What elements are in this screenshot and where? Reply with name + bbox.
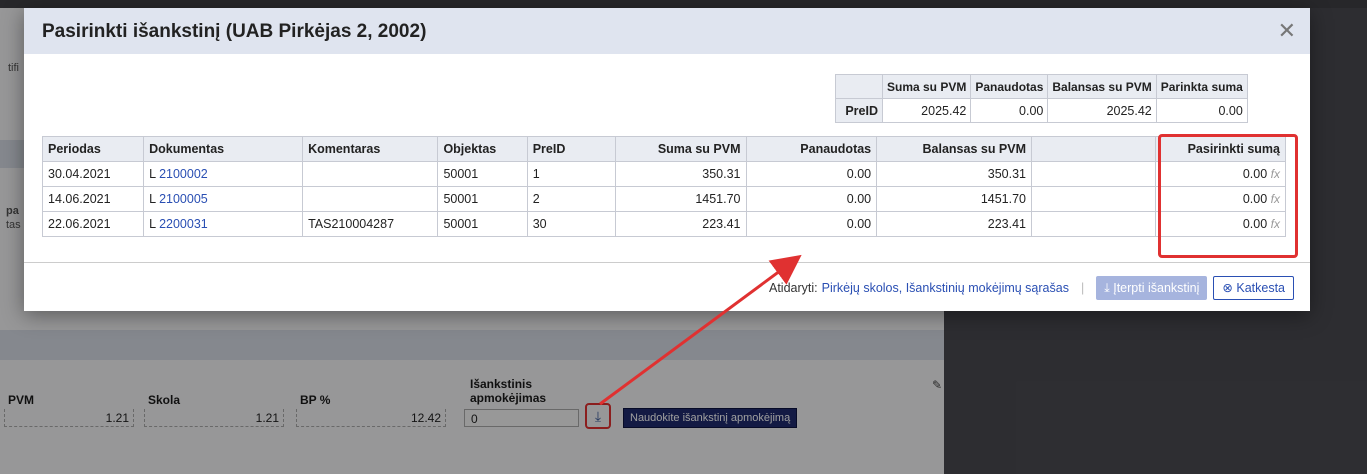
summary-corner	[835, 74, 883, 99]
suma-cell: 1451.70	[614, 186, 747, 212]
objektas-cell: 50001	[437, 161, 528, 187]
dialog-header: Pasirinkti išankstinį (UAB Pirkėjas 2, 2…	[24, 8, 1310, 54]
summary-value: 0.00	[970, 98, 1049, 123]
suma-cell: 350.31	[614, 161, 747, 187]
cancel-button[interactable]: ⊗ Katkesta	[1213, 276, 1294, 300]
empty-cell	[1031, 186, 1157, 212]
column-header[interactable]: Suma su PVM	[614, 136, 747, 162]
balansas-cell: 1451.70	[876, 186, 1033, 212]
summary-header: Parinkta suma	[1155, 74, 1248, 99]
summary-header: Panaudotas	[970, 74, 1049, 99]
summary-value: 2025.42	[881, 98, 972, 123]
table-row[interactable]: 30.04.2021 L 2100002 50001 1 350.31 0.00…	[41, 161, 1286, 187]
column-header[interactable]: Komentaras	[302, 136, 439, 162]
komentaras-cell	[302, 161, 439, 187]
insert-icon: ⤓	[1104, 281, 1110, 295]
table-row[interactable]: 14.06.2021 L 2100005 50001 2 1451.70 0.0…	[41, 186, 1286, 212]
panaudotas-cell: 0.00	[745, 211, 878, 237]
dokumentas-cell: L 2100005	[143, 186, 304, 212]
doc-prefix: L	[149, 192, 156, 206]
prepayment-table: Periodas Dokumentas Komentaras Objektas …	[41, 136, 1286, 237]
empty-cell	[1031, 211, 1157, 237]
preid-cell: 1	[526, 161, 616, 187]
column-header[interactable]: PreID	[526, 136, 616, 162]
table-row[interactable]: 22.06.2021 L 2200031 TAS210004287 50001 …	[41, 211, 1286, 237]
preid-cell: 2	[526, 186, 616, 212]
cancel-label: Katkesta	[1236, 281, 1285, 295]
close-icon[interactable]: ✕	[1278, 18, 1296, 44]
column-header[interactable]: Panaudotas	[745, 136, 878, 162]
column-header[interactable]: Dokumentas	[143, 136, 304, 162]
document-link[interactable]: 2200031	[159, 217, 208, 231]
doc-prefix: L	[149, 217, 156, 231]
dialog-footer: Atidaryti: Pirkėjų skolos, Išankstinių m…	[769, 276, 1294, 300]
panaudotas-cell: 0.00	[745, 161, 878, 187]
document-link[interactable]: 2100005	[159, 192, 208, 206]
cancel-icon: ⊗	[1222, 281, 1233, 295]
komentaras-cell	[302, 186, 439, 212]
table-header-row: Periodas Dokumentas Komentaras Objektas …	[41, 136, 1286, 162]
debts-list-link[interactable]: Pirkėjų skolos, Išankstinių mokėjimų sąr…	[822, 281, 1069, 295]
empty-cell	[1031, 161, 1157, 187]
suma-cell: 223.41	[614, 211, 747, 237]
balansas-cell: 223.41	[876, 211, 1033, 237]
summary-row-label: PreID	[835, 98, 883, 123]
document-link[interactable]: 2100002	[159, 167, 208, 181]
komentaras-cell: TAS210004287	[302, 211, 439, 237]
panaudotas-cell: 0.00	[745, 186, 878, 212]
insert-label: Įterpti išankstinį	[1113, 281, 1200, 295]
column-header[interactable]: Periodas	[41, 136, 145, 162]
open-label: Atidaryti:	[769, 281, 818, 295]
summary-table: Suma su PVM Panaudotas Balansas su PVM P…	[835, 74, 1248, 123]
doc-prefix: L	[149, 167, 156, 181]
column-header[interactable]: Balansas su PVM	[876, 136, 1033, 162]
dokumentas-cell: L 2200031	[143, 211, 304, 237]
column-header	[1031, 136, 1157, 162]
periodas-cell: 22.06.2021	[41, 211, 145, 237]
periodas-cell: 14.06.2021	[41, 186, 145, 212]
insert-prepayment-button[interactable]: ⤓ Įterpti išankstinį	[1096, 276, 1208, 300]
footer-separator: |	[1080, 281, 1085, 295]
dialog-title: Pasirinkti išankstinį (UAB Pirkėjas 2, 2…	[42, 21, 427, 42]
summary-value: 0.00	[1155, 98, 1248, 123]
objektas-cell: 50001	[437, 211, 528, 237]
summary-header: Balansas su PVM	[1047, 74, 1157, 99]
column-header[interactable]: Objektas	[437, 136, 528, 162]
balansas-cell: 350.31	[876, 161, 1033, 187]
summary-value: 2025.42	[1047, 98, 1157, 123]
footer-divider	[24, 262, 1310, 263]
periodas-cell: 30.04.2021	[41, 161, 145, 187]
summary-header: Suma su PVM	[881, 74, 972, 99]
prepayment-dialog: Pasirinkti išankstinį (UAB Pirkėjas 2, 2…	[24, 8, 1310, 311]
highlight-box	[1158, 134, 1298, 258]
dokumentas-cell: L 2100002	[143, 161, 304, 187]
objektas-cell: 50001	[437, 186, 528, 212]
preid-cell: 30	[526, 211, 616, 237]
